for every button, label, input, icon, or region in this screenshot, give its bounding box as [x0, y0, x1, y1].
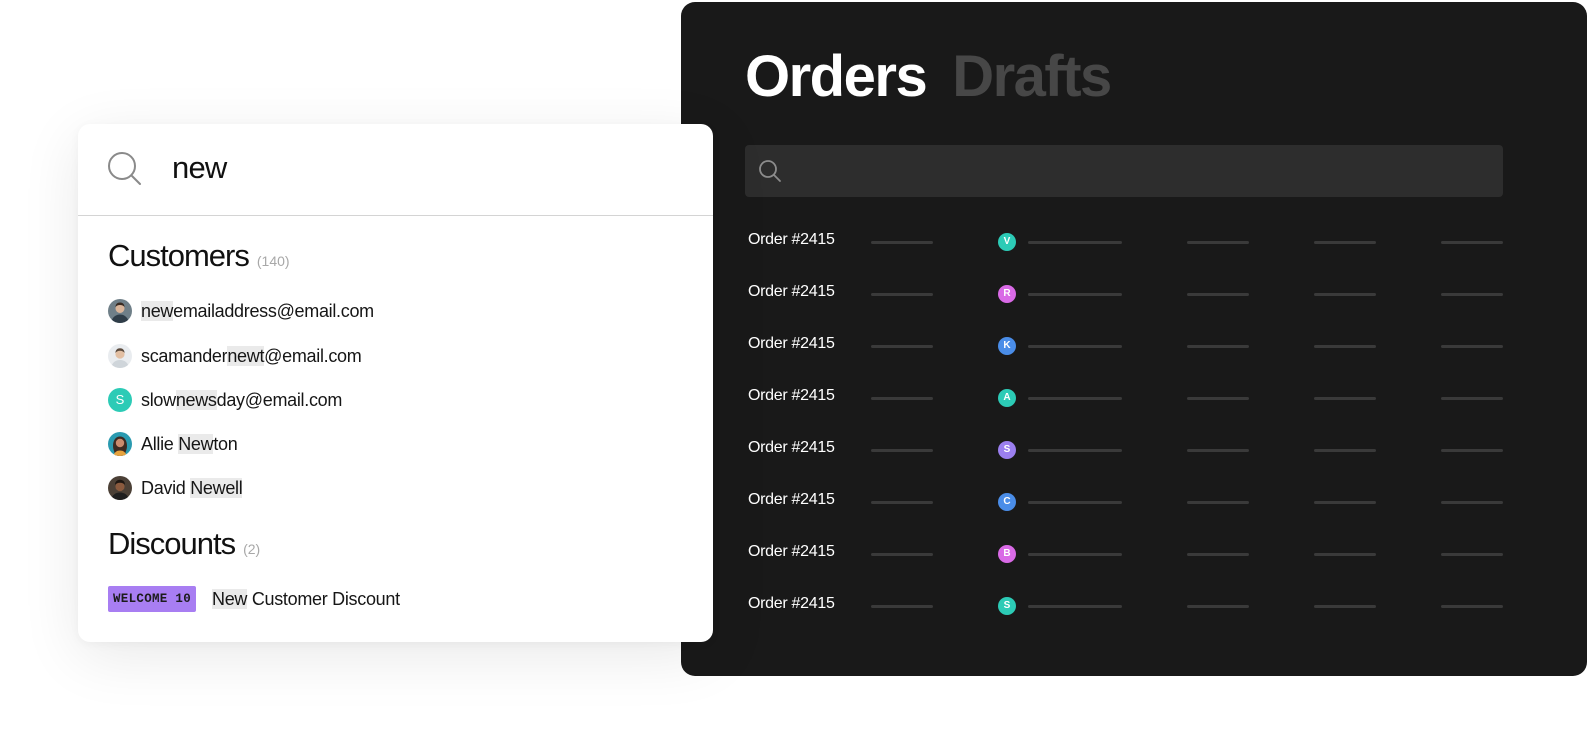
placeholder-bar [1028, 501, 1122, 504]
order-label: Order #2415 [748, 595, 835, 612]
section-title: Customers [108, 238, 250, 273]
discounts-heading: Discounts (2) [108, 526, 260, 562]
order-row[interactable]: Order #2415 C [681, 477, 1587, 529]
orders-list: Order #2415 V Order #2415 R Order #2415 … [681, 217, 1587, 633]
placeholder-bar [1441, 553, 1503, 556]
order-label: Order #2415 [748, 439, 835, 456]
result-text: David Newell [141, 477, 243, 498]
result-count: (140) [256, 253, 290, 269]
result-text: slownewsday@email.com [141, 389, 343, 410]
customer-avatar: K [998, 337, 1016, 355]
customer-avatar: S [998, 597, 1016, 615]
order-row[interactable]: Order #2415 R [681, 269, 1587, 321]
result-text: Allie Newton [141, 433, 238, 454]
placeholder-bar [1028, 553, 1122, 556]
customer-avatar: B [998, 545, 1016, 563]
avatar [108, 476, 132, 500]
placeholder-bar [1441, 449, 1503, 452]
customer-result[interactable]: newemailaddress@email.com [108, 298, 374, 324]
avatar [108, 344, 132, 368]
placeholder-bar [1187, 241, 1249, 244]
section-title: Discounts [108, 526, 236, 561]
placeholder-bar [1028, 241, 1122, 244]
placeholder-bar [871, 345, 933, 348]
placeholder-bar [1028, 397, 1122, 400]
placeholder-bar [1441, 397, 1503, 400]
placeholder-bar [1028, 345, 1122, 348]
customer-result[interactable]: David Newell [108, 475, 243, 501]
placeholder-bar [1441, 501, 1503, 504]
global-search-bar[interactable]: new [78, 124, 713, 216]
placeholder-bar [1187, 449, 1249, 452]
placeholder-bar [871, 397, 933, 400]
placeholder-bar [1187, 397, 1249, 400]
placeholder-bar [1441, 241, 1503, 244]
placeholder-bar [871, 293, 933, 296]
placeholder-bar [1441, 345, 1503, 348]
placeholder-bar [1028, 605, 1122, 608]
discount-result[interactable]: WELCOME 10 New Customer Discount [108, 586, 400, 612]
placeholder-bar [1314, 449, 1376, 452]
order-label: Order #2415 [748, 283, 835, 300]
placeholder-bar [1314, 293, 1376, 296]
order-row[interactable]: Order #2415 A [681, 373, 1587, 425]
result-text: scamandernewt@email.com [141, 345, 362, 366]
placeholder-bar [871, 553, 933, 556]
customer-avatar: R [998, 285, 1016, 303]
order-row[interactable]: Order #2415 B [681, 529, 1587, 581]
order-row[interactable]: Order #2415 V [681, 217, 1587, 269]
orders-panel: Orders Drafts Order #2415 V Order #2415 … [681, 2, 1587, 676]
placeholder-bar [871, 449, 933, 452]
customer-result[interactable]: S slownewsday@email.com [108, 387, 342, 413]
placeholder-bar [1441, 293, 1503, 296]
placeholder-bar [1028, 449, 1122, 452]
placeholder-bar [1187, 501, 1249, 504]
placeholder-bar [1028, 293, 1122, 296]
placeholder-bar [1187, 553, 1249, 556]
customer-avatar: C [998, 493, 1016, 511]
search-popover: new Customers (140) newemailaddress@emai… [78, 124, 713, 642]
order-label: Order #2415 [748, 335, 835, 352]
customers-heading: Customers (140) [108, 238, 290, 274]
order-label: Order #2415 [748, 543, 835, 560]
order-label: Order #2415 [748, 231, 835, 248]
discount-code-badge: WELCOME 10 [108, 586, 197, 612]
orders-search-input[interactable] [745, 145, 1503, 197]
placeholder-bar [1314, 397, 1376, 400]
placeholder-bar [1441, 605, 1503, 608]
placeholder-bar [1314, 553, 1376, 556]
placeholder-bar [871, 501, 933, 504]
order-row[interactable]: Order #2415 S [681, 581, 1587, 633]
avatar [108, 432, 132, 456]
customer-result[interactable]: scamandernewt@email.com [108, 343, 362, 369]
tab-bar: Orders Drafts [745, 42, 1112, 112]
order-label: Order #2415 [748, 491, 835, 508]
search-icon [108, 152, 141, 185]
tab-drafts[interactable]: Drafts [952, 42, 1112, 112]
placeholder-bar [1314, 501, 1376, 504]
customer-avatar: S [998, 441, 1016, 459]
search-query[interactable]: new [172, 150, 227, 186]
order-row[interactable]: Order #2415 K [681, 321, 1587, 373]
placeholder-bar [1187, 293, 1249, 296]
result-text: newemailaddress@email.com [141, 300, 374, 321]
order-row[interactable]: Order #2415 S [681, 425, 1587, 477]
placeholder-bar [1314, 241, 1376, 244]
customer-result[interactable]: Allie Newton [108, 431, 238, 457]
avatar: S [108, 388, 132, 412]
result-text: New Customer Discount [212, 588, 400, 609]
search-icon [759, 160, 781, 182]
avatar [108, 299, 132, 323]
result-count: (2) [243, 541, 261, 557]
placeholder-bar [1314, 345, 1376, 348]
customer-avatar: V [998, 233, 1016, 251]
placeholder-bar [1187, 605, 1249, 608]
placeholder-bar [871, 241, 933, 244]
placeholder-bar [1314, 605, 1376, 608]
placeholder-bar [1187, 345, 1249, 348]
placeholder-bar [871, 605, 933, 608]
order-label: Order #2415 [748, 387, 835, 404]
customer-avatar: A [998, 389, 1016, 407]
tab-orders[interactable]: Orders [745, 42, 928, 112]
